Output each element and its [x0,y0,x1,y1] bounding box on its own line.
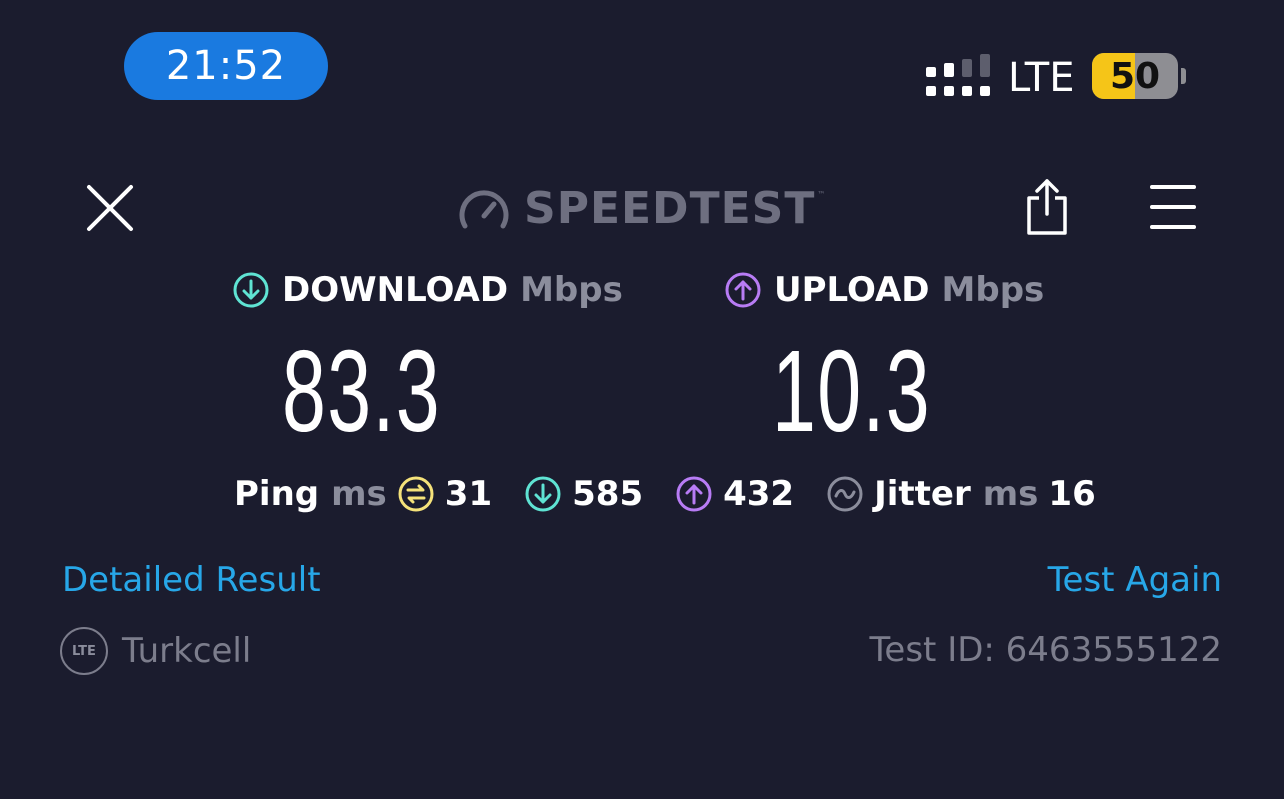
battery-tip [1181,68,1186,84]
upload-unit: Mbps [941,270,1045,310]
jitter-label: Jitter [874,474,971,514]
share-icon[interactable] [1023,178,1071,236]
jitter-unit: ms [982,474,1039,514]
download-label: DOWNLOAD [282,270,509,310]
signal-strength-icon [926,54,990,96]
idle-latency-icon [398,476,434,512]
download-latency-icon [525,476,561,512]
carrier-name: Turkcell [122,631,252,671]
download-value: 83.3 [282,326,441,456]
upload-latency-icon [676,476,712,512]
close-icon[interactable] [85,183,135,233]
ping-unit: ms [331,474,387,514]
upload-label: UPLOAD [774,270,930,310]
jitter-icon [827,476,863,512]
download-header: DOWNLOAD Mbps [232,270,623,310]
jitter-value: 16 [1048,474,1096,514]
ping-label: Ping [234,474,320,514]
logo-trademark: ™ [817,190,826,199]
upload-value: 10.3 [772,326,931,456]
upload-arrow-icon [725,272,761,308]
ping-row: Ping ms 31 585 432 Jitter ms 16 [234,472,1096,516]
battery-icon: 50 [1092,53,1178,99]
menu-icon[interactable] [1150,184,1196,230]
gauge-icon [459,190,509,229]
download-arrow-icon [233,272,269,308]
battery-percent: 50 [1109,55,1161,97]
status-time: 21:52 [124,32,328,100]
ping-upload-value: 432 [723,474,795,514]
test-again-link[interactable]: Test Again [1048,560,1222,600]
carrier-info: LTE Turkcell [60,627,251,675]
test-id: Test ID: 6463555122 [869,630,1222,670]
logo-text: SPEEDTEST [524,182,816,234]
ping-download-value: 585 [572,474,644,514]
ping-idle-value: 31 [444,474,493,514]
speedtest-logo: SPEEDTEST ™ [458,182,826,234]
upload-header: UPLOAD Mbps [724,270,1044,310]
download-unit: Mbps [520,270,623,310]
detailed-result-link[interactable]: Detailed Result [62,560,321,600]
lte-badge-icon: LTE [60,627,108,675]
network-type: LTE [1008,55,1075,101]
